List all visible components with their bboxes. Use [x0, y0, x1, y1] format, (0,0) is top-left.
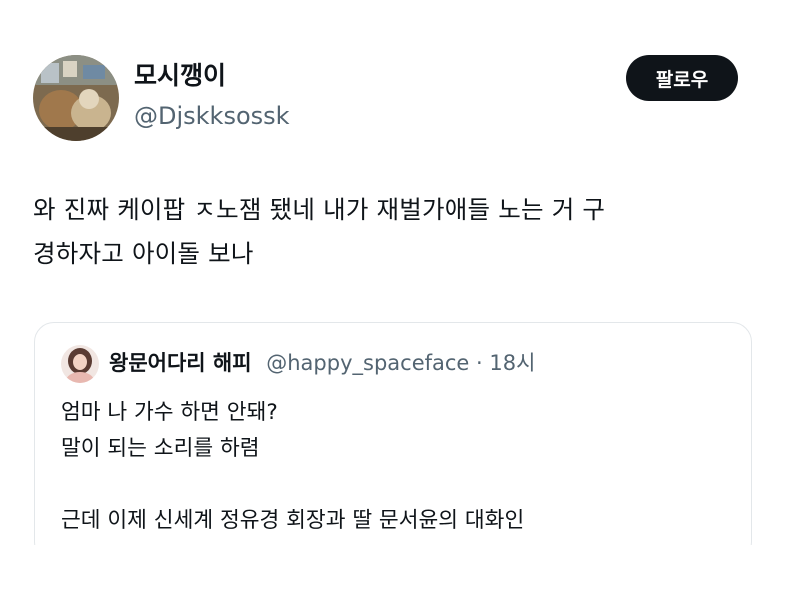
tweet-text-line: 경하자고 아이돌 보나 [33, 239, 254, 268]
quoted-author-handle[interactable]: @happy_spaceface [266, 351, 469, 375]
quoted-text-line: 엄마 나 가수 하면 안돼? [61, 400, 278, 425]
quoted-author-avatar[interactable] [61, 345, 99, 383]
follow-button[interactable]: 팔로우 [626, 55, 738, 101]
tweet-text-line: 와 진짜 케이팝 ㅈ노잼 됐네 내가 재벌가애들 노는 거 구 [33, 195, 606, 224]
quoted-text-line: 말이 되는 소리를 하렴 [61, 436, 260, 461]
quoted-tweet-time[interactable]: 18시 [489, 351, 535, 375]
avatar-image [33, 55, 119, 141]
quoted-tweet-header: 왕문어다리 해피 @happy_spaceface · 18시 [109, 347, 535, 379]
quoted-avatar-image [61, 345, 99, 383]
author-avatar[interactable] [33, 55, 119, 141]
quoted-text-line [61, 467, 741, 503]
quoted-text-line: 근데 이제 신세계 정유경 회장과 딸 문서윤의 대화인 [61, 508, 525, 533]
author-handle[interactable]: @Djskksossk [134, 100, 290, 132]
quoted-author-display-name[interactable]: 왕문어다리 해피 [109, 351, 252, 375]
quoted-separator: · [476, 351, 483, 375]
tweet-text: 와 진짜 케이팝 ㅈ노잼 됐네 내가 재벌가애들 노는 거 구 경하자고 아이돌… [33, 188, 753, 276]
quoted-tweet-text: 엄마 나 가수 하면 안돼? 말이 되는 소리를 하렴 근데 이제 신세계 정유… [61, 395, 741, 539]
author-display-name[interactable]: 모시깽이 [134, 60, 226, 92]
quoted-tweet-card[interactable]: 왕문어다리 해피 @happy_spaceface · 18시 엄마 나 가수 … [34, 322, 752, 562]
crop-mask [0, 545, 800, 605]
